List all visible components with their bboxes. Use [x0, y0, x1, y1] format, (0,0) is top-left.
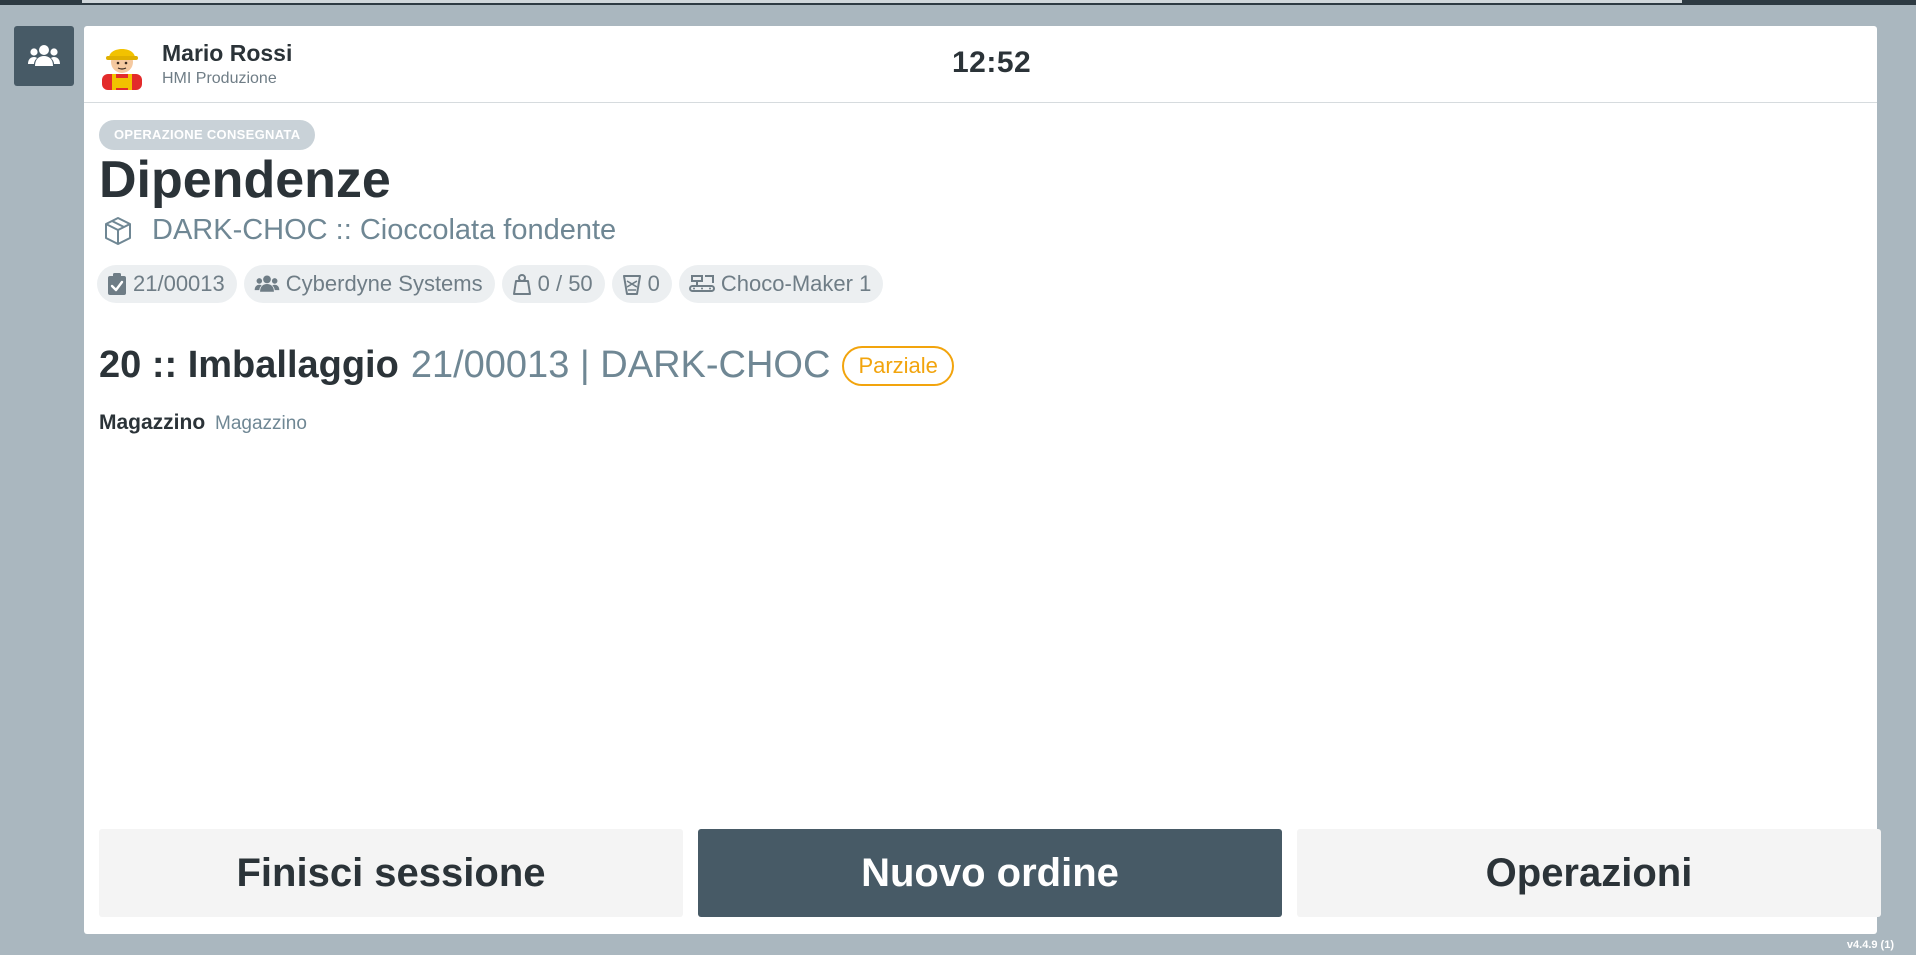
page-title: Dipendenze: [99, 151, 391, 209]
chip-order: 21/00013: [97, 265, 237, 303]
user-name: Mario Rossi: [162, 40, 293, 66]
window-top-strip: [0, 0, 1916, 5]
new-order-button[interactable]: Nuovo ordine: [698, 829, 1282, 917]
chip-machine: Choco-Maker 1: [678, 265, 884, 303]
main-card: Mario Rossi HMI Produzione 12:52 OPERAZI…: [84, 26, 1881, 934]
warehouse-line: Magazzino Magazzino: [99, 411, 307, 435]
chip-order-label: 21/00013: [133, 271, 225, 296]
operation-title: 20 :: Imballaggio: [99, 344, 399, 386]
window-top-strip-inner: [82, 0, 1682, 3]
users-menu-button[interactable]: [14, 26, 74, 86]
users-icon: [254, 275, 280, 292]
users-icon: [28, 45, 60, 66]
trash-icon: [622, 275, 641, 295]
chip-customer: Cyberdyne Systems: [243, 265, 495, 303]
chip-waste-label: 0: [647, 271, 660, 296]
info-chips: 21/00013 Cyberdyne Systems 0 / 50 0 Choc…: [97, 265, 884, 303]
product-line: DARK-CHOC :: Cioccolata fondente: [102, 214, 616, 247]
header-bar: Mario Rossi HMI Produzione 12:52: [84, 26, 1877, 103]
end-session-button[interactable]: Finisci sessione: [99, 829, 683, 917]
user-role: HMI Produzione: [162, 70, 277, 87]
clipboard-check-icon: [108, 273, 126, 295]
operation-line: 20 :: Imballaggio 21/00013 | DARK-CHOC P…: [99, 344, 954, 387]
version-label: v4.4.9 (1): [1846, 939, 1894, 951]
chip-customer-label: Cyberdyne Systems: [285, 271, 483, 296]
operation-subtitle: 21/00013 | DARK-CHOC: [410, 344, 831, 386]
product-label: DARK-CHOC :: Cioccolata fondente: [152, 214, 617, 246]
operations-button[interactable]: Operazioni: [1297, 829, 1881, 917]
chip-quantity: 0 / 50: [501, 265, 605, 303]
warehouse-label: Magazzino: [99, 411, 206, 434]
machine-icon: [688, 275, 715, 292]
worker-avatar-icon: [102, 49, 142, 90]
box-icon: [105, 216, 131, 245]
partial-badge: Parziale: [842, 345, 954, 386]
clock: 12:52: [952, 46, 1032, 79]
warehouse-value: Magazzino: [215, 413, 307, 434]
chip-waste: 0: [611, 265, 672, 303]
weight-icon: [512, 274, 531, 295]
chip-quantity-label: 0 / 50: [537, 271, 593, 296]
status-badge: OPERAZIONE CONSEGNATA: [99, 120, 316, 150]
chip-machine-label: Choco-Maker 1: [720, 271, 872, 296]
